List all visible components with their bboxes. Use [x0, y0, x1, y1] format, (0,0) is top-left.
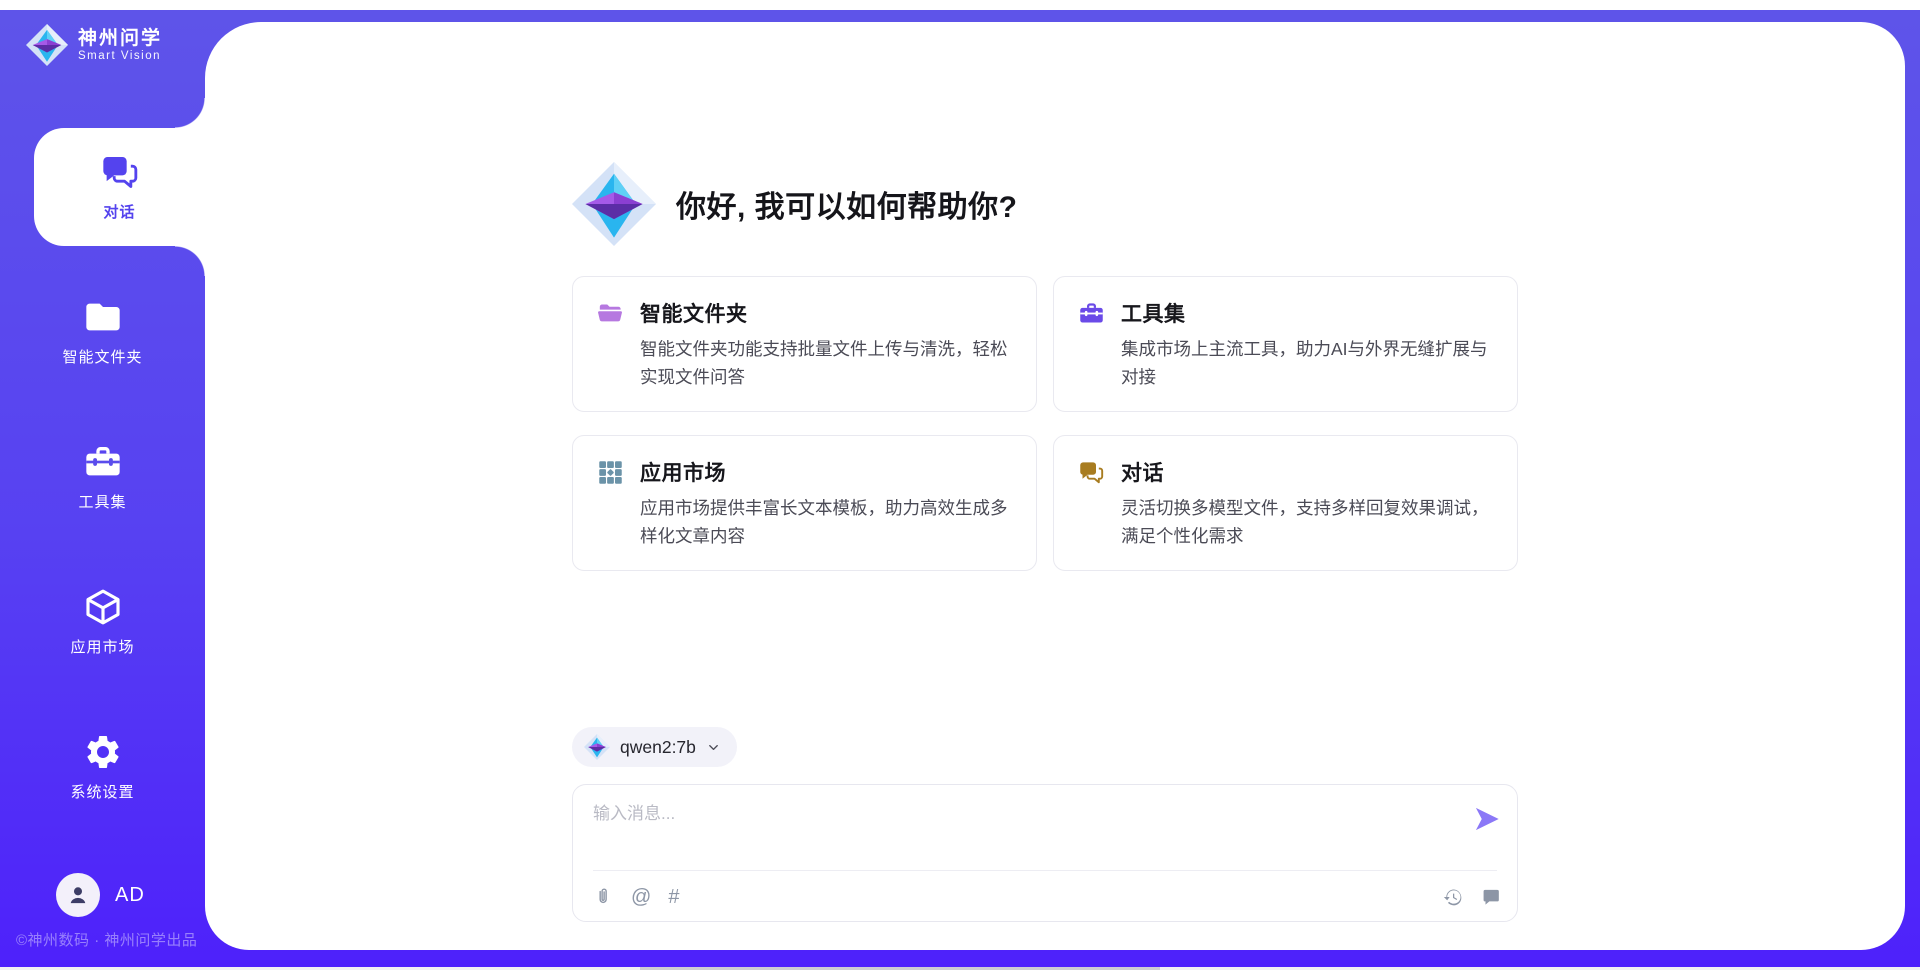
user-initials: AD [115, 884, 145, 907]
cube-icon [83, 587, 123, 627]
toolbox-icon [1078, 300, 1105, 327]
folder-icon [83, 297, 123, 337]
message-input[interactable] [593, 799, 1453, 861]
person-icon [65, 882, 91, 908]
avatar [56, 873, 100, 917]
sidebar-item-label: 应用市场 [70, 636, 134, 657]
greeting-text: 你好, 我可以如何帮助你? [676, 182, 1018, 226]
sidebar-item-smart-folder[interactable]: 智能文件夹 [0, 273, 205, 391]
message-input-box: @ # [572, 784, 1518, 922]
at-icon[interactable]: @ [631, 887, 651, 907]
model-selector[interactable]: qwen2:7b [572, 727, 737, 767]
paperclip-icon[interactable] [593, 887, 614, 908]
history-icon[interactable] [1442, 887, 1463, 908]
sidebar-item-chat[interactable]: 对话 [34, 128, 205, 246]
brand-name: 神州问学 [78, 28, 162, 50]
card-app-market[interactable]: 应用市场 应用市场提供丰富长文本模板，助力高效生成多样化文章内容 [572, 435, 1037, 571]
sidebar-item-label: 工具集 [78, 491, 126, 512]
card-title: 应用市场 [640, 457, 726, 487]
card-title: 智能文件夹 [640, 298, 748, 328]
brand-logo: 神州问学 Smart Vision [26, 24, 162, 66]
chat-bubbles-icon [1078, 459, 1105, 486]
grid-icon [597, 459, 624, 486]
brand-diamond-icon [572, 162, 656, 246]
card-smart-folder[interactable]: 智能文件夹 智能文件夹功能支持批量文件上传与清洗，轻松实现文件问答 [572, 276, 1037, 412]
send-icon[interactable] [1473, 805, 1501, 833]
sidebar-item-app-market[interactable]: 应用市场 [0, 563, 205, 681]
card-description: 应用市场提供丰富长文本模板，助力高效生成多样化文章内容 [640, 494, 1016, 550]
message-square-icon[interactable] [1480, 887, 1501, 908]
brand-diamond-icon [584, 734, 610, 760]
folder-open-icon [597, 300, 624, 327]
gear-icon [83, 732, 123, 772]
card-title: 工具集 [1121, 298, 1186, 328]
sidebar-item-label: 系统设置 [70, 781, 134, 802]
card-chat[interactable]: 对话 灵活切换多模型文件，支持多样回复效果调试，满足个性化需求 [1053, 435, 1518, 571]
sidebar-footer-text: ©神州数码 · 神州问学出品 [16, 929, 197, 950]
card-toolset[interactable]: 工具集 集成市场上主流工具，助力AI与外界无缝扩展与对接 [1053, 276, 1518, 412]
sidebar-item-label: 智能文件夹 [62, 346, 142, 367]
user-account[interactable]: AD [56, 873, 145, 917]
greeting-block: 你好, 我可以如何帮助你? [572, 162, 1518, 246]
brand-diamond-icon [26, 24, 68, 66]
hash-icon[interactable]: # [668, 887, 679, 907]
main-panel: 你好, 我可以如何帮助你? 智能文件夹 智能文件夹功能支持批量文件上传与清洗，轻… [205, 22, 1905, 950]
card-title: 对话 [1121, 457, 1164, 487]
card-description: 智能文件夹功能支持批量文件上传与清洗，轻松实现文件问答 [640, 335, 1016, 391]
composer-area: qwen2:7b @ # [572, 727, 1518, 922]
chevron-down-icon [706, 740, 721, 755]
sidebar-item-label: 对话 [103, 201, 135, 222]
model-name: qwen2:7b [620, 737, 696, 758]
sidebar-nav: 对话 智能文件夹 工具集 应用市场 系统设置 [0, 128, 205, 853]
feature-cards: 智能文件夹 智能文件夹功能支持批量文件上传与清洗，轻松实现文件问答 工具集 集成… [572, 276, 1518, 571]
card-description: 灵活切换多模型文件，支持多样回复效果调试，满足个性化需求 [1121, 494, 1497, 550]
chat-bubbles-icon [100, 152, 140, 192]
sidebar-item-settings[interactable]: 系统设置 [0, 708, 205, 826]
toolbox-icon [83, 442, 123, 482]
composer-divider [593, 870, 1497, 871]
sidebar-item-toolset[interactable]: 工具集 [0, 418, 205, 536]
card-description: 集成市场上主流工具，助力AI与外界无缝扩展与对接 [1121, 335, 1497, 391]
brand-subtitle: Smart Vision [78, 50, 162, 62]
